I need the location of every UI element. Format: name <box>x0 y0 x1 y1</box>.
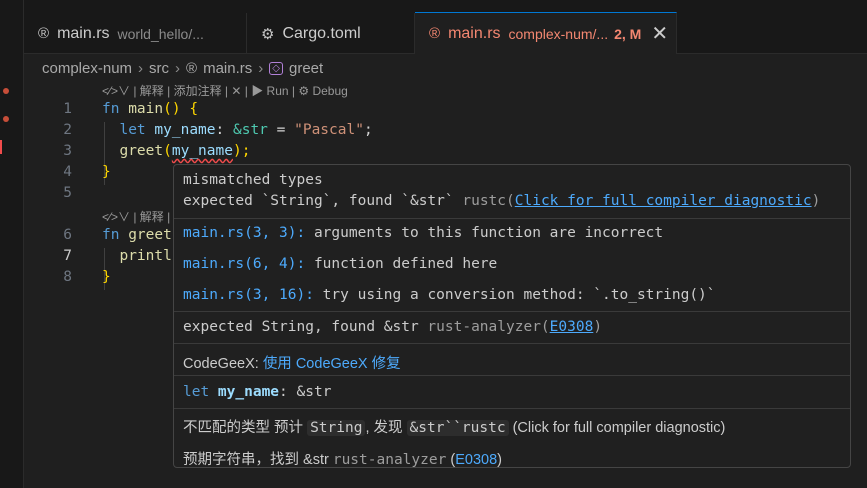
related-info-1: main.rs(3, 3): arguments to this functio… <box>183 225 664 241</box>
line-number: 4 <box>63 164 72 180</box>
divider <box>174 311 850 312</box>
active-indicator <box>0 140 2 154</box>
hover-title: mismatched types <box>183 172 323 188</box>
codegeex-action: CodeGeeX: 使用 CodeGeeX 修复 <box>183 356 401 372</box>
location-link[interactable]: main.rs(6, 4): <box>183 256 305 272</box>
rust-icon: ® <box>38 25 50 42</box>
rust-icon: ® <box>186 59 198 77</box>
breadcrumb-symbol[interactable]: greet <box>289 60 323 77</box>
code-line: } <box>102 269 111 285</box>
error-code-link[interactable]: E0308 <box>550 319 594 335</box>
codelens-main[interactable]: <⁄>∨ | 解释 | 添加注释 | ✕ | ▶ Run | ⚙ Debug <box>102 82 348 99</box>
location-link[interactable]: main.rs(3, 3): <box>183 225 305 241</box>
tab-description: complex-num/... <box>508 25 609 42</box>
type-signature: let my_name: &str <box>183 384 332 400</box>
tab-label: main.rs <box>57 24 110 42</box>
location-link[interactable]: main.rs(3, 16): <box>183 287 314 303</box>
translated-message-2: 预期字符串，找到 &str rust-analyzer (E0308) <box>183 452 502 468</box>
divider <box>174 343 850 344</box>
translated-message-1: 不匹配的类型 预计 String, 发现 &str``rustc (Click … <box>183 420 726 436</box>
related-info-3: main.rs(3, 16): try using a conversion m… <box>183 287 716 303</box>
breadcrumb: complex-num › src › ® main.rs › ◇ greet <box>24 55 323 81</box>
line-number: 6 <box>63 227 72 243</box>
code-line: greet(my_name); <box>119 143 251 159</box>
code-line: printl <box>119 248 172 264</box>
chevron-right-icon: › <box>258 59 264 77</box>
tab-label: main.rs <box>448 24 501 42</box>
codegeex-fix-link[interactable]: 使用 CodeGeeX 修复 <box>263 356 401 372</box>
gear-icon: ⚙ <box>261 25 275 43</box>
activity-bar <box>0 0 24 488</box>
breadcrumb-subfolder[interactable]: src <box>149 60 169 77</box>
code-line: fn main() { <box>102 101 199 117</box>
tab-bar: ® main.rs world_hello/... ⚙ Cargo.toml ®… <box>24 0 867 54</box>
tab-main-rs-complex-num[interactable]: ® main.rs complex-num/... 2, M ✕ <box>415 12 677 54</box>
line-number: 7 <box>63 248 72 264</box>
breadcrumb-folder[interactable]: complex-num <box>42 60 132 77</box>
error-squiggle[interactable]: my_name <box>172 143 233 159</box>
rust-icon: ® <box>429 25 441 42</box>
hover-rustc-message: expected `String`, found `&str` rustc(Cl… <box>183 193 821 209</box>
status-dot <box>3 116 9 122</box>
compiler-diagnostic-link[interactable]: Click for full compiler diagnostic <box>515 193 812 209</box>
line-number: 5 <box>63 185 72 201</box>
line-number: 3 <box>63 143 72 159</box>
line-number: 8 <box>63 269 72 285</box>
divider <box>174 218 850 219</box>
divider <box>174 375 850 376</box>
problem-badge: 2, M <box>614 25 642 42</box>
status-dot <box>3 88 9 94</box>
chevron-right-icon: › <box>138 59 144 77</box>
tab-label: Cargo.toml <box>282 24 361 42</box>
function-symbol-icon: ◇ <box>269 61 283 75</box>
close-icon[interactable]: ✕ <box>651 21 668 46</box>
divider <box>174 408 850 409</box>
hover-rust-analyzer-message: expected String, found &str rust-analyze… <box>183 319 603 335</box>
tab-cargo-toml[interactable]: ⚙ Cargo.toml <box>247 13 415 54</box>
hover-diagnostic-popup: mismatched types expected `String`, foun… <box>173 164 851 468</box>
tab-description: world_hello/... <box>117 25 204 42</box>
line-number: 1 <box>63 101 72 117</box>
chevron-right-icon: › <box>175 59 181 77</box>
tab-main-rs-world-hello[interactable]: ® main.rs world_hello/... <box>24 13 247 54</box>
related-info-2: main.rs(6, 4): function defined here <box>183 256 498 272</box>
code-line: fn greet <box>102 227 172 243</box>
error-code-link[interactable]: E0308 <box>455 452 497 467</box>
breadcrumb-file[interactable]: main.rs <box>203 60 252 77</box>
line-number: 2 <box>63 122 72 138</box>
code-line: } <box>102 164 111 180</box>
code-line: let my_name: &str = "Pascal"; <box>119 122 373 138</box>
